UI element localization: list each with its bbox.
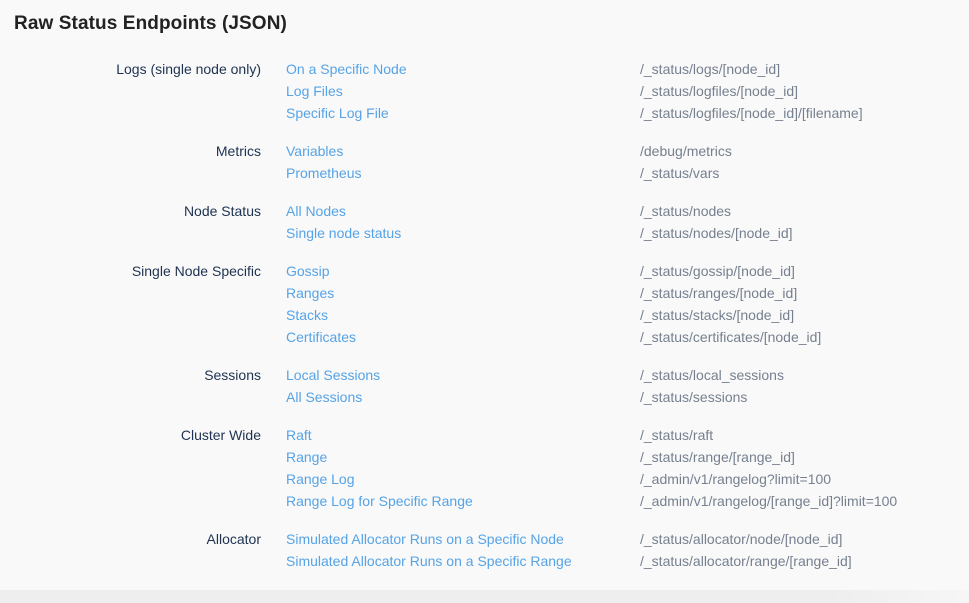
endpoint-link[interactable]: Range Log for Specific Range	[286, 493, 640, 509]
endpoint-path: /_status/vars	[640, 165, 969, 181]
endpoint-section: SessionsLocal Sessions/_status/local_ses…	[14, 364, 969, 408]
endpoint-path: /_status/raft	[640, 427, 969, 443]
endpoint-section: AllocatorSimulated Allocator Runs on a S…	[14, 528, 969, 572]
endpoint-link[interactable]: Raft	[286, 427, 640, 443]
endpoint-link[interactable]: Single node status	[286, 225, 640, 241]
endpoint-link[interactable]: All Sessions	[286, 389, 640, 405]
endpoint-path: /_status/gossip/[node_id]	[640, 263, 969, 279]
endpoint-link[interactable]: Stacks	[286, 307, 640, 323]
endpoint-link[interactable]: Ranges	[286, 285, 640, 301]
endpoint-sections: Logs (single node only)On a Specific Nod…	[14, 58, 969, 572]
endpoint-path: /_status/allocator/node/[node_id]	[640, 531, 969, 547]
bottom-panel-edge	[0, 590, 969, 603]
endpoint-path: /_status/nodes	[640, 203, 969, 219]
endpoint-path: /_status/local_sessions	[640, 367, 969, 383]
endpoint-section: MetricsVariables/debug/metricsPrometheus…	[14, 140, 969, 184]
endpoint-section: Single Node SpecificGossip/_status/gossi…	[14, 260, 969, 348]
endpoint-path: /_status/sessions	[640, 389, 969, 405]
endpoint-link[interactable]: Log Files	[286, 83, 640, 99]
endpoint-path: /_admin/v1/rangelog/[range_id]?limit=100	[640, 493, 969, 509]
endpoint-path: /_status/logfiles/[node_id]/[filename]	[640, 105, 969, 121]
endpoint-path: /_status/nodes/[node_id]	[640, 225, 969, 241]
page-title: Raw Status Endpoints (JSON)	[14, 12, 969, 36]
endpoint-link[interactable]: Simulated Allocator Runs on a Specific N…	[286, 531, 640, 547]
endpoint-link[interactable]: Specific Log File	[286, 105, 640, 121]
endpoint-path: /_status/stacks/[node_id]	[640, 307, 969, 323]
category-label: Metrics	[14, 143, 286, 159]
endpoint-link[interactable]: Range	[286, 449, 640, 465]
endpoint-link[interactable]: On a Specific Node	[286, 61, 640, 77]
endpoint-path: /_status/range/[range_id]	[640, 449, 969, 465]
endpoint-path: /_status/certificates/[node_id]	[640, 329, 969, 345]
category-label: Allocator	[14, 531, 286, 547]
endpoint-path: /_admin/v1/rangelog?limit=100	[640, 471, 969, 487]
endpoint-link[interactable]: Prometheus	[286, 165, 640, 181]
endpoint-section: Cluster WideRaft/_status/raftRange/_stat…	[14, 424, 969, 512]
page-content: Raw Status Endpoints (JSON) Logs (single…	[0, 0, 969, 572]
endpoint-link[interactable]: Certificates	[286, 329, 640, 345]
category-label: Logs (single node only)	[14, 61, 286, 77]
category-label: Cluster Wide	[14, 427, 286, 443]
category-label: Single Node Specific	[14, 263, 286, 279]
endpoint-path: /debug/metrics	[640, 143, 969, 159]
endpoint-link[interactable]: Gossip	[286, 263, 640, 279]
endpoint-path: /_status/logfiles/[node_id]	[640, 83, 969, 99]
endpoint-link[interactable]: Variables	[286, 143, 640, 159]
endpoint-link[interactable]: All Nodes	[286, 203, 640, 219]
endpoint-section: Node StatusAll Nodes/_status/nodesSingle…	[14, 200, 969, 244]
category-label: Sessions	[14, 367, 286, 383]
endpoint-link[interactable]: Local Sessions	[286, 367, 640, 383]
category-label: Node Status	[14, 203, 286, 219]
endpoint-path: /_status/allocator/range/[range_id]	[640, 553, 969, 569]
endpoint-path: /_status/ranges/[node_id]	[640, 285, 969, 301]
endpoint-link[interactable]: Simulated Allocator Runs on a Specific R…	[286, 553, 640, 569]
endpoint-link[interactable]: Range Log	[286, 471, 640, 487]
endpoint-path: /_status/logs/[node_id]	[640, 61, 969, 77]
endpoint-section: Logs (single node only)On a Specific Nod…	[14, 58, 969, 124]
